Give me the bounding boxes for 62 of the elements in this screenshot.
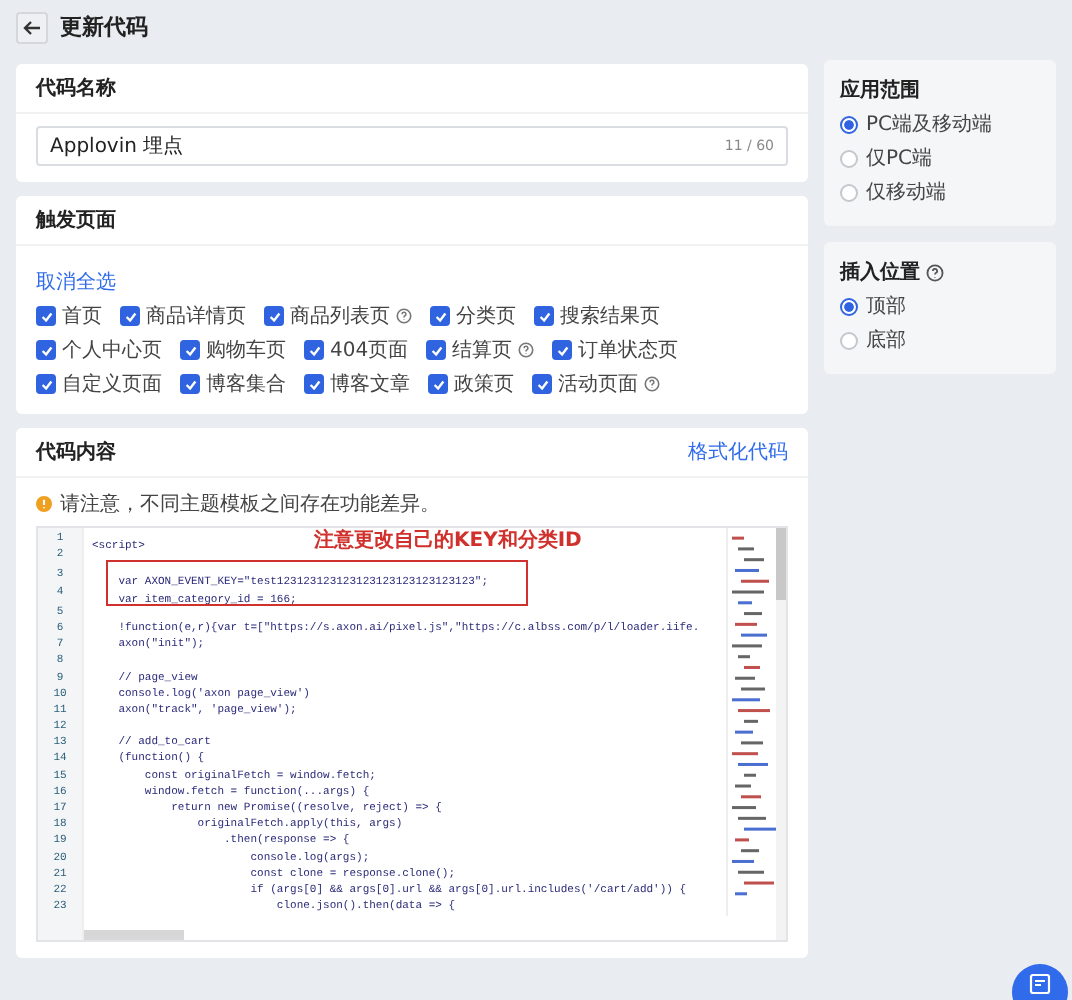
checkbox-label: 商品列表页 (290, 303, 390, 330)
notice-text: 请注意，不同主题模板之间存在功能差异。 (60, 491, 440, 518)
checkbox-label: 订单状态页 (578, 337, 679, 364)
deselect-all-link[interactable]: 取消全选 (36, 268, 116, 296)
checkbox-label: 个人中心页 (62, 337, 162, 364)
checkbox-label: 首页 (62, 304, 102, 330)
checkbox[interactable] (426, 340, 447, 360)
radio-label: 底部 (866, 327, 906, 354)
checkbox-label: 分类页 (456, 303, 516, 330)
checkbox-label: 结算页 (452, 337, 513, 364)
card-title: 应用范围 (840, 76, 922, 104)
radio-button[interactable] (840, 183, 858, 201)
radio-label: 仅PC端 (866, 145, 933, 172)
help-icon[interactable] (644, 376, 660, 392)
card-title: 插入位置 (840, 259, 920, 286)
checkbox-label: 政策页 (454, 372, 514, 398)
checkbox-label: 自定义页面 (62, 371, 162, 398)
checkbox[interactable] (428, 374, 448, 394)
scrollbar[interactable] (776, 528, 786, 600)
document-icon (1028, 972, 1052, 996)
checkbox-label: 商品详情页 (146, 303, 246, 330)
back-arrow-icon (22, 17, 42, 37)
checkbox[interactable] (532, 374, 552, 394)
checkbox[interactable] (36, 374, 56, 394)
checkbox-label: 购物车页 (206, 337, 286, 364)
card-title: 代码名称 (36, 75, 116, 102)
checkbox[interactable] (180, 374, 200, 394)
radio-label: PC端及移动端 (866, 111, 993, 138)
checkbox-label: 404页面 (330, 338, 409, 364)
checkbox-label: 博客文章 (330, 371, 410, 398)
checkbox[interactable] (552, 340, 573, 360)
help-icon[interactable] (926, 263, 944, 281)
warning-icon (36, 496, 52, 512)
checkbox[interactable] (534, 306, 554, 326)
checkbox[interactable] (180, 340, 200, 360)
checkbox-label: 博客集合 (206, 371, 286, 398)
radio-label: 顶部 (866, 293, 906, 320)
card-title: 触发页面 (36, 207, 116, 234)
field-value: Applovin 埋点 (50, 133, 184, 160)
checkbox-label: 搜索结果页 (560, 303, 660, 330)
scrollbar[interactable] (84, 930, 184, 940)
radio-label: 仅移动端 (866, 179, 946, 206)
annotation-text: 注意更改自己的KEY和分类ID (314, 528, 582, 554)
checkbox[interactable] (304, 374, 324, 394)
checkbox[interactable] (36, 306, 56, 326)
help-icon[interactable] (396, 308, 412, 324)
checkbox[interactable] (36, 340, 56, 360)
checkbox[interactable] (264, 306, 284, 326)
help-icon[interactable] (518, 342, 535, 358)
card-title: 代码内容 (36, 438, 116, 466)
checkbox[interactable] (430, 306, 450, 326)
back-button[interactable] (16, 11, 48, 43)
code-editor[interactable] (36, 526, 788, 942)
format-code-link[interactable]: 格式化代码 (688, 438, 788, 466)
checkbox[interactable] (304, 340, 324, 360)
radio-button[interactable] (840, 331, 858, 349)
radio-button[interactable] (840, 115, 858, 133)
checkbox-label: 活动页面 (558, 372, 638, 398)
checkbox[interactable] (120, 306, 140, 326)
radio-button[interactable] (840, 149, 858, 167)
radio-button[interactable] (840, 297, 858, 315)
page-title: 更新代码 (60, 12, 148, 42)
